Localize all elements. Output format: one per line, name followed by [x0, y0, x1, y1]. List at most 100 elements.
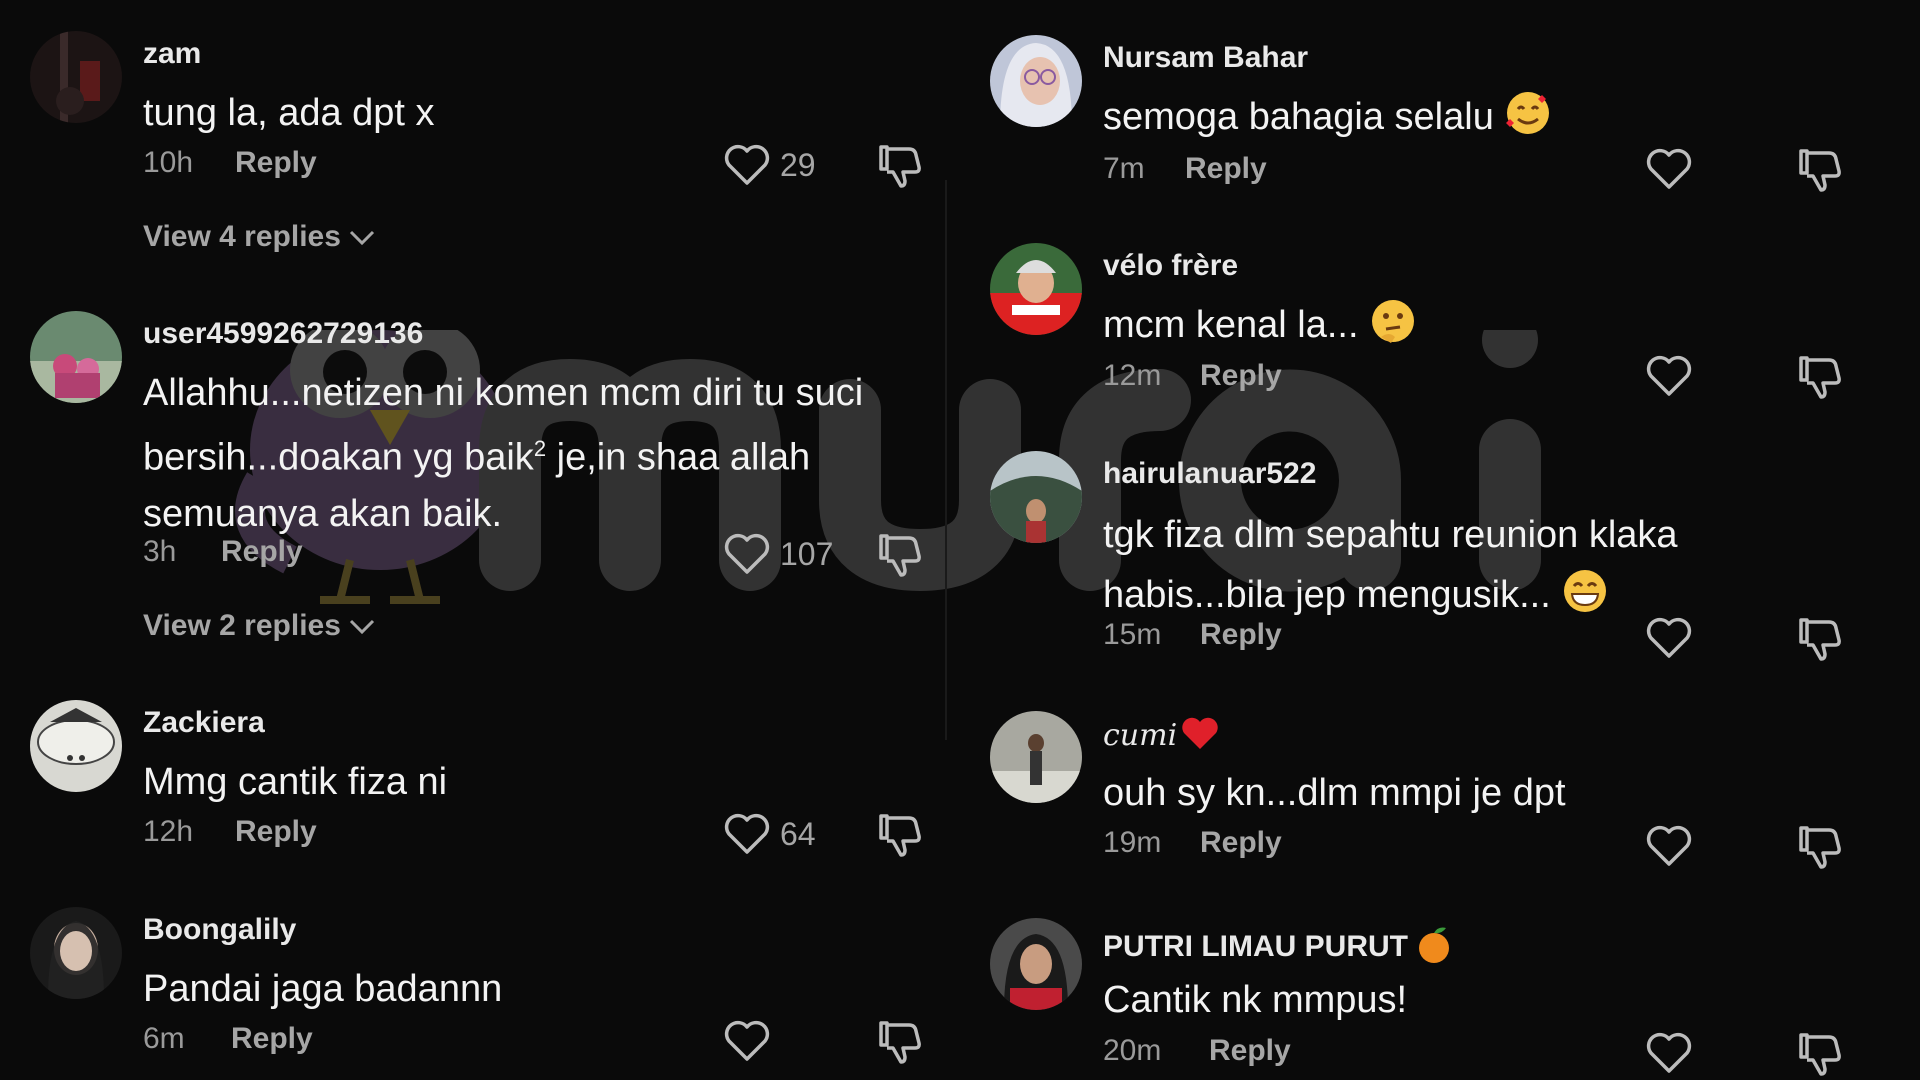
comment-text: tgk fiza dlm sepahtu reunion klaka habis… [1103, 505, 1883, 625]
comment-text: Mmg cantik fiza ni [143, 761, 448, 803]
comment-author[interactable]: cumi [1103, 717, 1219, 753]
avatar[interactable] [990, 243, 1082, 335]
avatar[interactable] [30, 311, 122, 403]
thumbs-down-outline-icon[interactable] [1795, 1029, 1843, 1077]
comments-screen: zam tung la, ada dpt x 10h Reply 29 View … [0, 0, 1920, 1080]
comment-text-fragment: habis...bila jep mengusik... [1103, 574, 1551, 616]
comment-text-line: bersih...doakan yg baik2 je,in shaa alla… [143, 421, 923, 486]
left-comment-column: zam tung la, ada dpt x 10h Reply 29 View … [0, 0, 960, 1080]
comment-text-line: semuanya akan baik. [143, 492, 503, 535]
comment-meta: 3h Reply [143, 535, 303, 569]
thumbs-down-outline-icon[interactable] [1795, 352, 1843, 400]
thumbs-down-outline-icon[interactable] [1795, 822, 1843, 870]
reply-button[interactable]: Reply [1200, 359, 1282, 392]
thumbs-down-outline-icon[interactable] [875, 530, 923, 578]
heart-outline-icon[interactable] [723, 532, 771, 576]
view-replies-label: View 4 replies [143, 220, 341, 253]
avatar[interactable] [990, 35, 1082, 127]
reply-button[interactable]: Reply [1209, 1034, 1291, 1067]
red-heart-icon [1182, 717, 1218, 749]
comment-time: 10h [143, 146, 194, 179]
comment-time: 6m [143, 1022, 185, 1055]
superscript: 2 [533, 436, 547, 461]
comment-author[interactable]: Zackiera [143, 706, 265, 740]
like-count: 107 [780, 536, 834, 572]
thinking-face-icon [1369, 297, 1417, 345]
thumbs-down-outline-icon[interactable] [875, 810, 923, 858]
comment-text-fragment: mcm kenal la... [1103, 304, 1359, 346]
comment-time: 19m [1103, 826, 1162, 859]
avatar[interactable] [30, 700, 122, 792]
comment-author[interactable]: zam [143, 37, 201, 71]
comment-meta: 15m Reply [1103, 618, 1282, 652]
comment-meta: 12h Reply [143, 815, 317, 849]
comment-author[interactable]: Nursam Bahar [1103, 41, 1308, 75]
reply-button[interactable]: Reply [1200, 826, 1282, 859]
comment-author-name: PUTRI LIMAU PURUT [1103, 930, 1408, 963]
comment-text: Pandai jaga badannn [143, 968, 503, 1010]
comment-text-fragment: semoga bahagia selalu [1103, 96, 1494, 138]
comment-text: ouh sy kn...dlm mmpi je dpt [1103, 772, 1566, 814]
heart-outline-icon[interactable] [1645, 147, 1693, 191]
comment-author[interactable]: user4599262729136 [143, 317, 423, 351]
comment-text-fragment: bersih...doakan yg baik [143, 436, 534, 479]
reply-button[interactable]: Reply [231, 1022, 313, 1055]
thumbs-down-outline-icon[interactable] [1795, 145, 1843, 193]
chevron-down-icon [349, 620, 374, 635]
avatar[interactable] [30, 907, 122, 999]
comment-meta: 19m Reply [1103, 826, 1282, 860]
thumbs-down-outline-icon[interactable] [875, 141, 923, 189]
comment-text: tung la, ada dpt x [143, 92, 435, 134]
avatar[interactable] [990, 451, 1082, 543]
comment-time: 20m [1103, 1034, 1162, 1067]
comment-author[interactable]: Boongalily [143, 913, 296, 947]
reply-button[interactable]: Reply [235, 146, 317, 179]
heart-outline-icon[interactable] [1645, 824, 1693, 868]
comment-text: mcm kenal la... [1103, 297, 1883, 353]
comment-meta: 7m Reply [1103, 152, 1267, 186]
comment-meta: 20m Reply [1103, 1034, 1291, 1068]
comment-time: 7m [1103, 152, 1145, 185]
thumbs-down-outline-icon[interactable] [875, 1017, 923, 1065]
comment-text-fragment: je,in shaa allah [546, 436, 811, 479]
view-replies-label: View 2 replies [143, 609, 341, 642]
comment-author[interactable]: hairulanuar522 [1103, 457, 1316, 491]
comment-text-line: habis...bila jep mengusik... [1103, 565, 1883, 625]
comment-time: 12h [143, 815, 194, 848]
comment-text: semoga bahagia selalu [1103, 89, 1883, 145]
comment-author-name: cumi [1103, 718, 1178, 753]
comment-meta: 6m Reply [143, 1022, 313, 1056]
comment-text-line: tgk fiza dlm sepahtu reunion klaka [1103, 514, 1678, 556]
comment-time: 15m [1103, 618, 1162, 651]
reply-button[interactable]: Reply [235, 815, 317, 848]
comment-time: 12m [1103, 359, 1162, 392]
avatar[interactable] [30, 31, 122, 123]
comment-text: Allahhu...netizen ni komen mcm diri tu s… [143, 365, 923, 542]
heart-outline-icon[interactable] [723, 812, 771, 856]
view-replies-button[interactable]: View 2 replies [143, 609, 375, 643]
like-count: 64 [780, 816, 816, 852]
thumbs-down-outline-icon[interactable] [1795, 614, 1843, 662]
smiling-face-with-hearts-icon [1504, 89, 1552, 137]
comment-text: Cantik nk mmpus! [1103, 979, 1408, 1021]
comment-author[interactable]: vélo frère [1103, 249, 1238, 283]
heart-outline-icon[interactable] [1645, 354, 1693, 398]
avatar[interactable] [990, 918, 1082, 1010]
reply-button[interactable]: Reply [1200, 618, 1282, 651]
right-comment-column: Nursam Bahar semoga bahagia selalu 7m Rep… [960, 0, 1920, 1080]
view-replies-button[interactable]: View 4 replies [143, 220, 375, 254]
heart-outline-icon[interactable] [1645, 1031, 1693, 1075]
tangerine-icon [1418, 927, 1449, 963]
comment-author[interactable]: PUTRI LIMAU PURUT [1103, 924, 1452, 964]
comment-meta: 10h Reply [143, 146, 317, 180]
reply-button[interactable]: Reply [221, 535, 303, 568]
grinning-face-icon [1561, 567, 1609, 615]
heart-outline-icon[interactable] [723, 143, 771, 187]
heart-outline-icon[interactable] [723, 1019, 771, 1063]
avatar[interactable] [990, 711, 1082, 803]
like-count: 29 [780, 147, 816, 183]
chevron-down-icon [349, 231, 374, 246]
heart-outline-icon[interactable] [1645, 616, 1693, 660]
comment-text-line: Allahhu...netizen ni komen mcm diri tu s… [143, 372, 864, 414]
reply-button[interactable]: Reply [1185, 152, 1267, 185]
